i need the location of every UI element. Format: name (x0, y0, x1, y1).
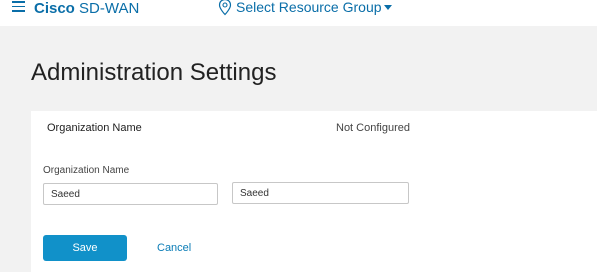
cancel-button[interactable]: Cancel (157, 235, 191, 261)
location-pin-icon (218, 0, 232, 16)
hamburger-menu-icon[interactable] (12, 1, 25, 12)
organization-name-input[interactable] (43, 183, 218, 205)
organization-name-field-label: Organization Name (43, 165, 130, 176)
page-title: Administration Settings (31, 59, 277, 86)
organization-status: Not Configured (336, 122, 410, 134)
app-brand: Cisco SD-WAN (34, 0, 139, 18)
organization-name-confirm-input[interactable] (232, 182, 409, 204)
save-button[interactable]: Save (43, 235, 127, 261)
brand-name-bold: Cisco (34, 0, 75, 17)
top-bar: Cisco SD-WAN Select Resource Group (0, 0, 597, 26)
organization-name-row-label[interactable]: Organization Name (47, 122, 142, 134)
organization-panel: Organization Name Not Configured Organiz… (31, 111, 597, 272)
brand-name-rest: SD-WAN (74, 0, 140, 17)
caret-down-icon (383, 4, 392, 10)
resource-group-label: Select Resource Group (236, 0, 382, 15)
